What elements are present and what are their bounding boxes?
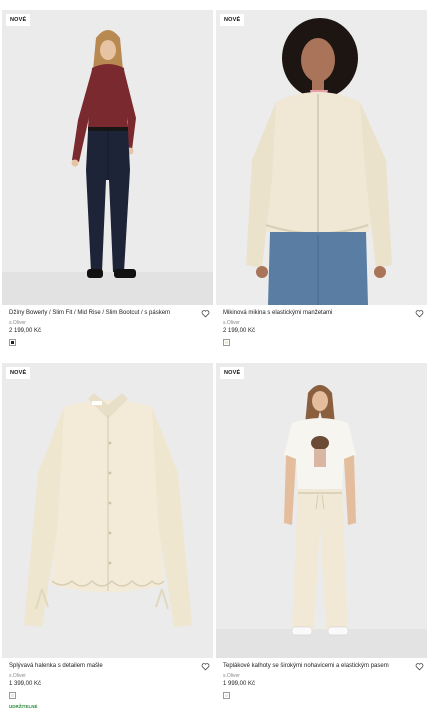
new-badge: NOVÉ: [6, 367, 31, 379]
heart-outline-icon[interactable]: [201, 662, 210, 671]
product-photo-blouse: [2, 363, 213, 658]
product-image[interactable]: NOVÉ: [216, 363, 427, 658]
product-info: Splývavá halenka s detailem mašle s.Oliv…: [2, 658, 213, 711]
product-price: 2 199,00 Kč: [9, 328, 42, 334]
color-swatch[interactable]: [9, 692, 16, 699]
product-price: 1 399,00 Kč: [9, 681, 42, 687]
color-swatch[interactable]: [223, 339, 230, 346]
new-badge: NOVÉ: [220, 14, 245, 26]
swatch-fill: [11, 341, 14, 344]
product-title[interactable]: Splývavá halenka s detailem mašle: [9, 662, 199, 671]
product-photo-sweatshirt: [216, 10, 427, 305]
swatch-fill: [225, 694, 228, 697]
product-title[interactable]: Mikinová mikina s elastickými manžetami: [223, 309, 413, 318]
heart-outline-icon[interactable]: [201, 309, 210, 318]
product-price: 2 199,00 Kč: [223, 328, 256, 334]
product-card[interactable]: NOVÉ Teplákové kalhoty se širokými nohav…: [216, 363, 427, 699]
product-title[interactable]: Džíny Bowerly / Slim Fit / Mid Rise / Sl…: [9, 309, 199, 318]
product-brand: s.Oliver: [223, 673, 240, 679]
product-photo-jeans: [2, 10, 213, 305]
color-swatch[interactable]: [9, 339, 16, 346]
heart-outline-icon[interactable]: [415, 662, 424, 671]
product-card[interactable]: NOVÉ Džíny Bowerly / Slim Fit / Mid Rise…: [2, 10, 213, 346]
swatch-fill: [11, 694, 14, 697]
product-info: Teplákové kalhoty se širokými nohavicemi…: [216, 658, 427, 699]
product-brand: s.Oliver: [9, 320, 26, 326]
product-price: 1 999,00 Kč: [223, 681, 256, 687]
product-image[interactable]: NOVÉ: [216, 10, 427, 305]
new-badge: NOVÉ: [220, 367, 245, 379]
product-card[interactable]: NOVÉ Mikinová mikina s elastickými manže…: [216, 10, 427, 346]
new-badge: NOVÉ: [6, 14, 31, 26]
product-card[interactable]: NOVÉ Splývavá halenka s detailem mašle s…: [2, 363, 213, 711]
product-grid: NOVÉ Džíny Bowerly / Slim Fit / Mid Rise…: [0, 0, 428, 720]
swatch-fill: [225, 341, 228, 344]
product-image[interactable]: NOVÉ: [2, 363, 213, 658]
product-title[interactable]: Teplákové kalhoty se širokými nohavicemi…: [223, 662, 413, 671]
product-brand: s.Oliver: [223, 320, 240, 326]
color-swatch[interactable]: [223, 692, 230, 699]
sustainability-badge: UDRŽITELNÉ: [9, 704, 38, 709]
product-info: Džíny Bowerly / Slim Fit / Mid Rise / Sl…: [2, 305, 213, 346]
product-info: Mikinová mikina s elastickými manžetami …: [216, 305, 427, 346]
product-image[interactable]: NOVÉ: [2, 10, 213, 305]
heart-outline-icon[interactable]: [415, 309, 424, 318]
product-photo-sweatpants: [216, 363, 427, 658]
product-brand: s.Oliver: [9, 673, 26, 679]
